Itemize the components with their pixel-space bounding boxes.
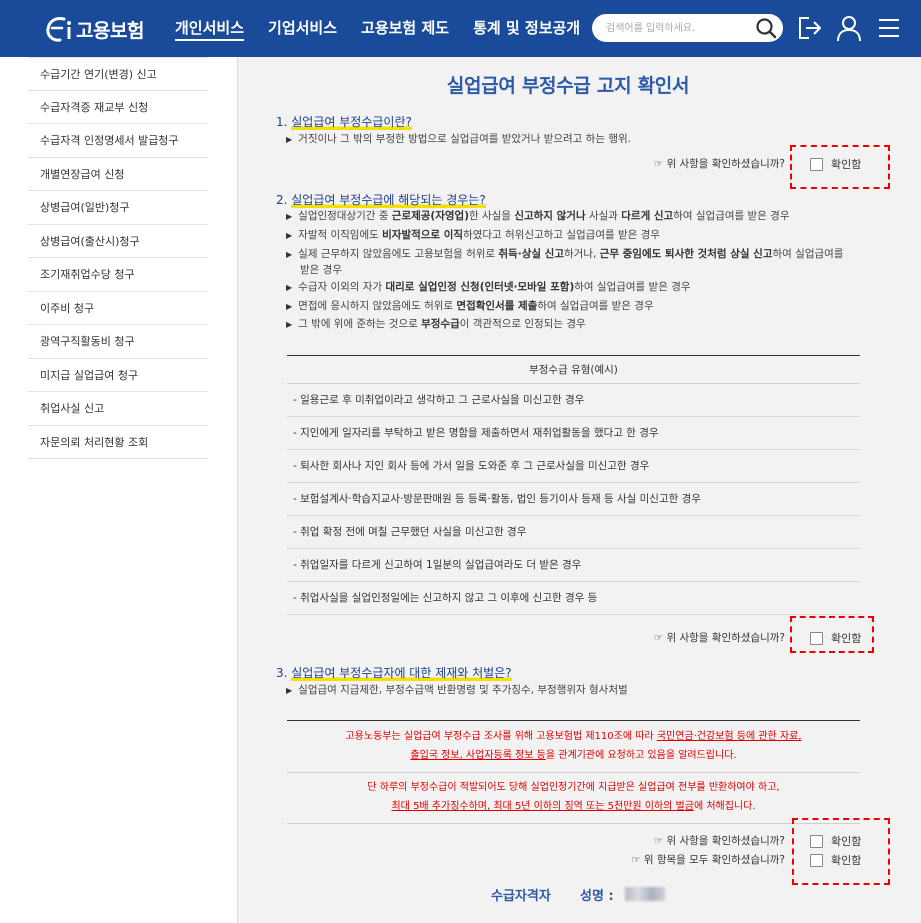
- table-row: - 퇴사한 회사나 지인 회사 등에 가서 일을 도와준 후 그 근로사실을 미…: [287, 450, 860, 483]
- section-2-bullet-5: 면접에 응시하지 않았음에도 허위로 면접확인서를 제출하여 실업급여를 받은 …: [286, 297, 653, 316]
- table-row: - 지인에게 일자리를 부탁하고 받은 명함을 제출하면서 재취업활동을 했다고…: [287, 417, 860, 450]
- sidebar-item-job-search-cost[interactable]: 광역구직활동비 청구: [28, 325, 208, 359]
- table-row: - 일용근로 후 미취업이라고 생각하고 그 근로사실을 미신고한 경우: [287, 384, 860, 417]
- nav-business-services[interactable]: 기업서비스: [268, 0, 337, 57]
- logout-icon[interactable]: [797, 14, 823, 42]
- main-nav: 개인서비스 기업서비스 고용보험 제도 통계 및 정보공개: [175, 0, 604, 57]
- section-2-bullet-4: 수급자 이외의 자가 대리로 실업인정 신청(인터넷·모바일 포함)하여 실업급…: [286, 278, 690, 297]
- search-icon[interactable]: [755, 17, 777, 39]
- highlight-box-1: [790, 145, 890, 189]
- notice-divider: [287, 772, 860, 773]
- section-2-title: 2. 실업급여 부정수급에 해당되는 경우는?: [276, 193, 486, 208]
- notice-2: 단 하루의 부정수급이 적발되어도 당해 실업인정기간에 지급받은 실업급여 전…: [367, 782, 780, 812]
- section-2-bullet-2: 자발적 이직임에도 비자발적으로 이직하였다고 허위신고하고 실업급여를 받은 …: [286, 226, 660, 245]
- table-row: - 보험설계사·학습지교사·방문판매원 등 등록·활동, 법인 등기이사 등재 …: [287, 483, 860, 516]
- section-1-title: 1. 실업급여 부정수급이란?: [276, 115, 412, 130]
- section-2-bullet-3: 실제 근무하지 않았음에도 고용보험을 허위로 취득·상실 신고하거나, 근무 …: [286, 245, 843, 264]
- notice-bottom-line: [287, 823, 860, 824]
- page-title: 실업급여 부정수급 고지 확인서: [446, 75, 690, 97]
- sidebar-item-sickness-general[interactable]: 상병급여(일반)청구: [28, 191, 208, 225]
- top-header: 고용보험 개인서비스 기업서비스 고용보험 제도 통계 및 정보공개: [0, 0, 921, 57]
- confirm-question-3: ☞ 위 사항을 확인하셨습니까?: [653, 835, 785, 847]
- section-2-bullet-6: 그 밖에 위에 준하는 것으로 부정수급이 객관적으로 인정되는 경우: [286, 315, 586, 334]
- sidebar-item-relocation-cost[interactable]: 이주비 청구: [28, 292, 208, 325]
- user-icon[interactable]: [836, 14, 862, 42]
- logo[interactable]: 고용보험: [44, 14, 144, 44]
- section-3-title: 3. 실업급여 부정수급자에 대한 제재와 처벌은?: [276, 666, 512, 681]
- sidebar-item-early-reemployment[interactable]: 조기재취업수당 청구: [28, 258, 208, 292]
- nav-insurance-system[interactable]: 고용보험 제도: [361, 0, 449, 57]
- table-row: - 취업 확정 전에 며칠 근무했던 사실을 미신고한 경우: [287, 516, 860, 549]
- menu-icon[interactable]: [876, 14, 902, 42]
- section-2-bullet-1: 실업인정대상기간 중 근로제공(자영업)한 사실을 신고하지 않거나 사실과 다…: [286, 207, 789, 226]
- redacted-name: [625, 887, 665, 901]
- table-header: 부정수급 유형(예시): [287, 355, 860, 384]
- nav-statistics[interactable]: 통계 및 정보공개: [473, 0, 580, 57]
- sign-name-label: 성명 :: [580, 889, 614, 904]
- notice-top-line: [287, 720, 860, 721]
- highlight-box-3: [792, 818, 890, 885]
- confirm-question-2: ☞ 위 사항을 확인하셨습니까?: [653, 632, 785, 644]
- search-box: [592, 14, 783, 42]
- sign-label: 수급자격자: [491, 889, 551, 904]
- table-row: - 취업사실을 실업인정일에는 신고하지 않고 그 이후에 신고한 경우 등: [287, 582, 860, 615]
- logo-mark-icon: [46, 17, 71, 42]
- sidebar-item-statement-request[interactable]: 수급자격 인정명세서 발급청구: [28, 124, 208, 158]
- nav-personal-services[interactable]: 개인서비스: [175, 0, 245, 57]
- sidebar: 수급기간 연기(변경) 신고 수급자격증 재교부 신청 수급자격 인정명세서 발…: [28, 57, 208, 459]
- sidebar-item-unpaid-benefit[interactable]: 미지급 실업급여 청구: [28, 359, 208, 392]
- logo-text: 고용보험: [76, 19, 144, 42]
- sidebar-item-sickness-childbirth[interactable]: 상병급여(출산시)청구: [28, 225, 208, 258]
- notice-1: 고용노동부는 실업급여 부정수급 조사를 위해 고용보험법 제110조에 따라 …: [345, 731, 802, 761]
- sidebar-item-benefit-period-change[interactable]: 수급기간 연기(변경) 신고: [28, 57, 208, 91]
- section-3-bullet: 실업급여 지급제한, 부정수급액 반환명령 및 추가징수, 부정행위자 형사처벌: [286, 681, 628, 700]
- sidebar-item-employment-report[interactable]: 취업사실 신고: [28, 392, 208, 426]
- fraud-type-table: 부정수급 유형(예시) - 일용근로 후 미취업이라고 생각하고 그 근로사실을…: [287, 355, 860, 615]
- section-1-bullet: 거짓이나 그 밖의 부정한 방법으로 실업급여를 받았거나 받으려고 하는 행위…: [286, 130, 631, 149]
- search-input[interactable]: [606, 18, 746, 38]
- sidebar-item-extended-benefit[interactable]: 개별연장급여 신청: [28, 158, 208, 191]
- highlight-box-2: [790, 616, 874, 653]
- table-row: - 취업일자를 다르게 신고하여 1일분의 실업급여라도 더 받은 경우: [287, 549, 860, 582]
- sidebar-item-certificate-reissue[interactable]: 수급자격증 재교부 신청: [28, 91, 208, 124]
- confirm-all-question: ☞ 위 항목을 모두 확인하셨습니까?: [631, 854, 785, 866]
- content-panel: 실업급여 부정수급 고지 확인서 1. 실업급여 부정수급이란? 거짓이나 그 …: [237, 57, 921, 923]
- confirm-question-1: ☞ 위 사항을 확인하셨습니까?: [653, 158, 785, 170]
- sidebar-item-inquiry-status[interactable]: 자문의뢰 처리현황 조회: [28, 426, 208, 459]
